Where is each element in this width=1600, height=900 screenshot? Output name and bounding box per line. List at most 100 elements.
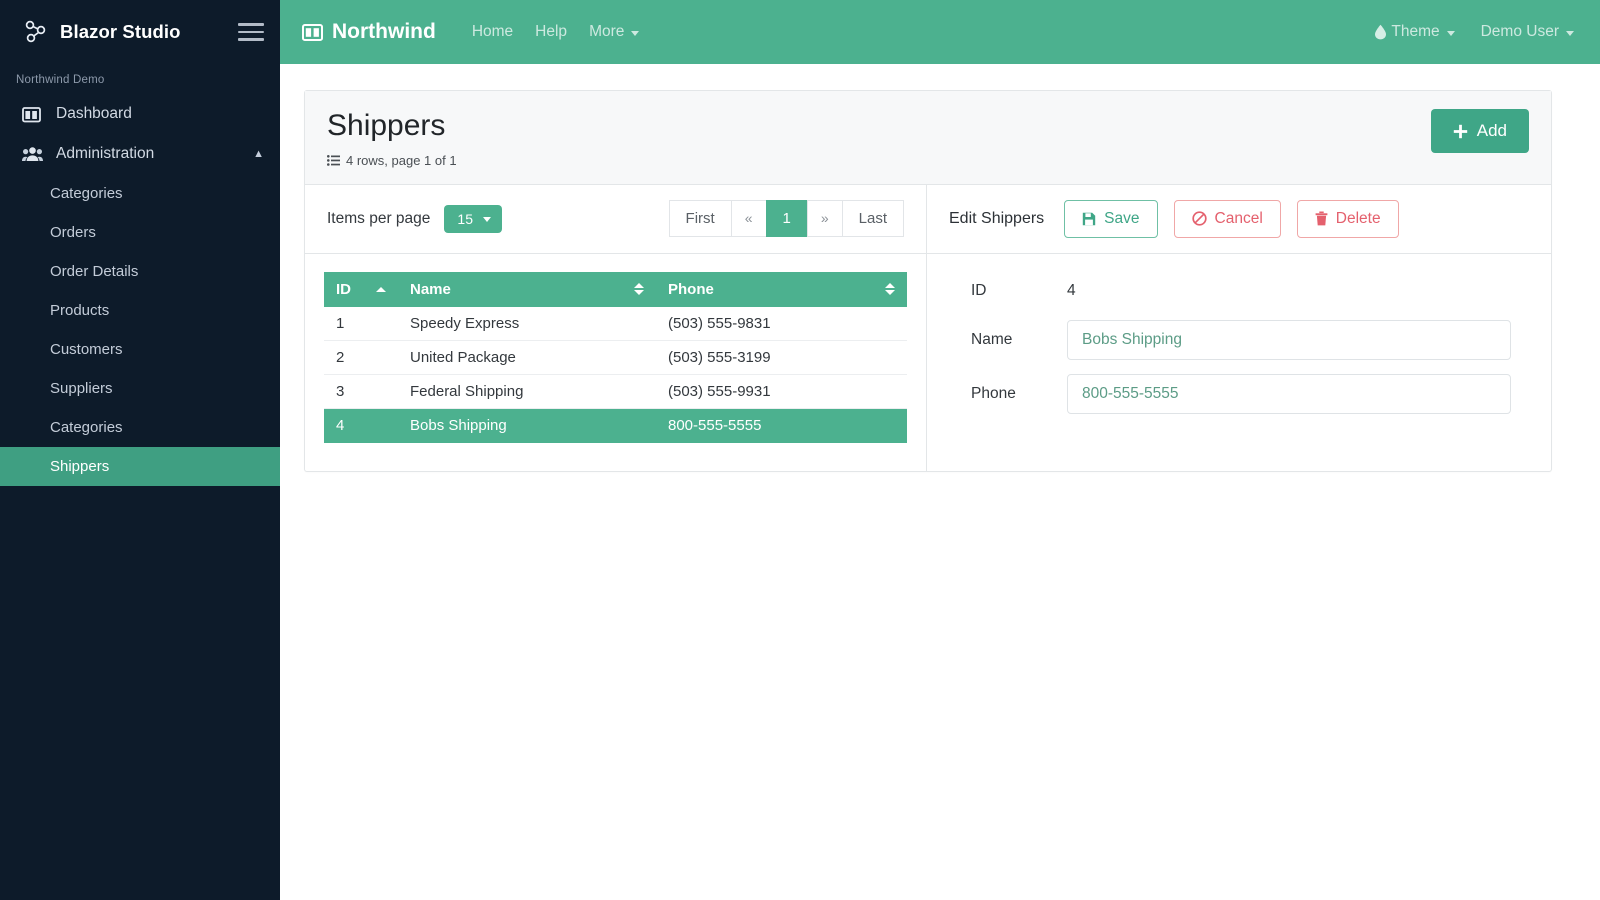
users-group-icon [22, 145, 44, 163]
sidebar-subitem-label: Categories [50, 185, 123, 202]
theme-menu-label: Theme [1391, 23, 1440, 40]
sidebar: Blazor Studio Northwind Demo Dashboard A… [0, 0, 280, 900]
name-input[interactable] [1067, 319, 1511, 360]
column-header-id[interactable]: ID [324, 271, 398, 307]
sidebar-item-customers[interactable]: Customers [0, 330, 280, 369]
topnav-link-help[interactable]: Help [535, 23, 567, 41]
sidebar-item-suppliers[interactable]: Suppliers [0, 369, 280, 408]
table-row[interactable]: 1 Speedy Express (503) 555-9831 [324, 306, 907, 341]
shippers-card: Shippers 4 rows, page 1 of 1 Add Items p… [304, 90, 1552, 472]
items-per-page-select[interactable]: 15 [444, 204, 502, 233]
edit-form-pane: ID 4 Name Phone [927, 254, 1551, 471]
user-menu[interactable]: Demo User [1481, 23, 1574, 41]
topnav-right: Theme Demo User [1374, 23, 1574, 41]
topnav-link-more[interactable]: More [589, 23, 640, 41]
ban-circle-icon [1191, 211, 1207, 226]
save-button-label: Save [1104, 209, 1140, 227]
card-header-text: Shippers 4 rows, page 1 of 1 [327, 109, 457, 168]
items-per-page-value: 15 [457, 210, 473, 227]
sidebar-item-label: Administration [56, 145, 155, 162]
sidebar-item-orders[interactable]: Orders [0, 213, 280, 252]
sidebar-item-categories-2[interactable]: Categories [0, 408, 280, 447]
card-body: ID Name Phone 1 Speedy Express (503) 555… [305, 253, 1551, 471]
topnav-link-home[interactable]: Home [472, 23, 513, 41]
table-row[interactable]: 3 Federal Shipping (503) 555-9931 [324, 374, 907, 409]
sort-none-icon[interactable] [875, 283, 895, 295]
column-header-name[interactable]: Name [398, 271, 656, 307]
sidebar-subitem-label: Suppliers [50, 380, 113, 397]
hamburger-icon[interactable] [238, 21, 264, 43]
table-header-row: ID Name Phone [324, 271, 907, 307]
sidebar-item-categories[interactable]: Categories [0, 174, 280, 213]
sidebar-item-administration[interactable]: Administration ▲ [0, 134, 280, 174]
sidebar-subitem-label: Orders [50, 224, 96, 241]
delete-button[interactable]: Delete [1296, 199, 1399, 238]
chevron-down-icon [631, 30, 640, 36]
row-count-meta: 4 rows, page 1 of 1 [327, 153, 457, 168]
column-header-phone[interactable]: Phone [656, 271, 907, 307]
cell-name: United Package [398, 340, 656, 375]
cell-id: 4 [324, 408, 398, 443]
sidebar-subitem-label: Categories [50, 419, 123, 436]
pagination-next[interactable]: » [806, 200, 842, 237]
pagination-page-1[interactable]: 1 [765, 200, 807, 237]
topnav-link-label: Home [471, 23, 514, 40]
column-header-label: Name [410, 280, 451, 298]
toolbar-left: Items per page 15 First « 1 » Last [305, 184, 927, 253]
sidebar-item-products[interactable]: Products [0, 291, 280, 330]
pagination-first[interactable]: First [668, 200, 731, 237]
sort-asc-icon[interactable] [366, 286, 386, 292]
shippers-table: ID Name Phone 1 Speedy Express (503) 555… [324, 271, 907, 443]
edit-panel-label: Edit Shippers [949, 209, 1045, 227]
chevron-down-icon [1446, 30, 1455, 36]
phone-input[interactable] [1067, 373, 1511, 414]
pagination-prev[interactable]: « [730, 200, 766, 237]
table-row[interactable]: 2 United Package (503) 555-3199 [324, 340, 907, 375]
row-count-label: 4 rows, page 1 of 1 [346, 152, 457, 168]
chevron-up-icon[interactable]: ▲ [253, 148, 264, 160]
cell-id: 3 [324, 374, 398, 409]
column-header-label: Phone [668, 280, 714, 298]
toolbar: Items per page 15 First « 1 » Last Edit … [305, 184, 1551, 254]
table-row-selected[interactable]: 4 Bobs Shipping 800-555-5555 [324, 408, 907, 443]
user-menu-label: Demo User [1480, 23, 1559, 40]
pagination-last[interactable]: Last [841, 200, 904, 237]
cancel-button-label: Cancel [1214, 209, 1263, 227]
page-title: Shippers [327, 109, 446, 142]
cell-name: Bobs Shipping [398, 408, 656, 443]
save-button[interactable]: Save [1064, 199, 1158, 238]
sidebar-subitem-label: Products [50, 302, 110, 319]
plus-icon [1453, 124, 1468, 139]
sidebar-item-dashboard[interactable]: Dashboard [0, 94, 280, 134]
dashboard-columns-icon [22, 105, 44, 123]
table-columns-icon [302, 23, 323, 42]
topnav-link-label: More [589, 23, 625, 40]
form-value-id: 4 [1067, 281, 1076, 299]
floppy-save-icon [1082, 212, 1096, 226]
sidebar-item-shippers[interactable]: Shippers [0, 447, 280, 486]
sidebar-item-order-details[interactable]: Order Details [0, 252, 280, 291]
topnav-links: Home Help More [472, 23, 640, 41]
top-navbar: Northwind Home Help More Theme Demo User [280, 0, 1600, 64]
cell-id: 1 [324, 306, 398, 341]
toolbar-right: Edit Shippers Save Cancel Delete [927, 185, 1421, 253]
add-button[interactable]: Add [1430, 109, 1529, 153]
column-header-label: ID [336, 280, 351, 298]
form-label-name: Name [971, 330, 1013, 348]
theme-menu[interactable]: Theme [1374, 23, 1455, 41]
chevron-down-icon [482, 217, 491, 222]
trash-icon [1315, 211, 1328, 226]
cell-id: 2 [324, 340, 398, 375]
droplet-icon [1374, 24, 1387, 40]
form-row-id: ID 4 [949, 276, 1511, 306]
sidebar-subitem-label: Customers [50, 341, 123, 358]
sidebar-subitem-label: Order Details [50, 263, 139, 280]
content-area: Shippers 4 rows, page 1 of 1 Add Items p… [280, 64, 1600, 900]
form-label-id: ID [971, 281, 987, 299]
table-body: 1 Speedy Express (503) 555-9831 2 United… [324, 306, 907, 443]
cancel-button[interactable]: Cancel [1173, 199, 1281, 238]
topnav-brand[interactable]: Northwind [302, 20, 436, 44]
sort-none-icon[interactable] [624, 283, 644, 295]
pagination: First « 1 » Last [668, 200, 904, 237]
table-head: ID Name Phone [324, 271, 907, 307]
